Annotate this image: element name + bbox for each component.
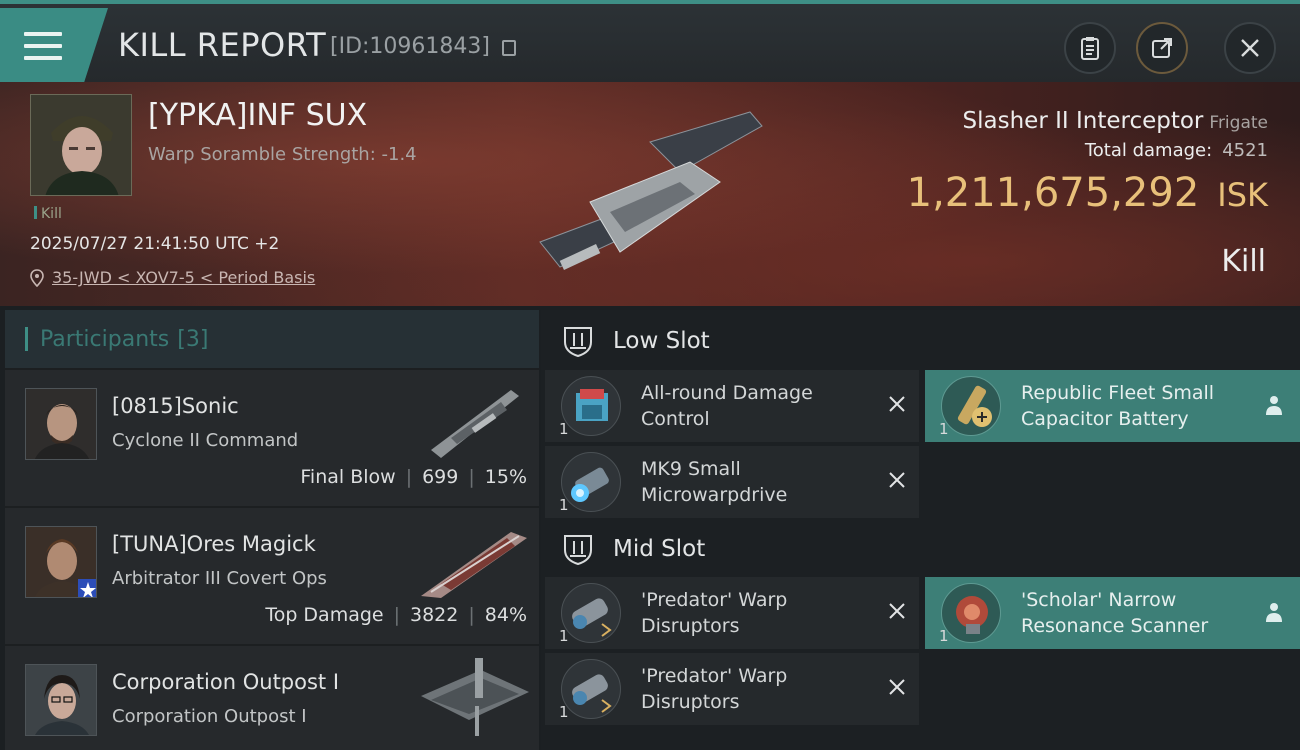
participant-row[interactable]: [TUNA]Ores Magick Arbitrator III Covert … [5, 506, 539, 644]
result-label: Kill [1221, 244, 1266, 279]
module-name: Republic Fleet Small Capacitor Battery [1021, 382, 1215, 430]
participant-row[interactable]: [0815]Sonic Cyclone II Command Final Blo… [5, 368, 539, 506]
clipboard-icon [1081, 37, 1099, 60]
module-item[interactable]: 1 All-round Damage Control [545, 370, 919, 442]
module-name: MK9 Small Microwarpdrive [641, 458, 788, 506]
participant-percent: 15% [484, 466, 527, 488]
module-item[interactable]: 1 'Scholar' Narrow Resonance Scanner [925, 577, 1300, 649]
fitting-panel: Low Slot 1 All-round Damage Control 1 Re… [541, 310, 1300, 750]
participant-percent: 84% [484, 604, 527, 626]
scramble-strength: Warp Soramble Strength: -1.4 [148, 144, 417, 165]
hamburger-icon [24, 32, 62, 60]
total-damage: Total damage: 4521 [1084, 140, 1268, 161]
module-name: 'Predator' Warp Disruptors [641, 665, 788, 713]
participant-ship-image [421, 532, 527, 598]
mid-slot-title: Mid Slot [613, 536, 706, 562]
low-slot-title: Low Slot [613, 328, 710, 354]
module-item[interactable]: 1 MK9 Small Microwarpdrive [545, 446, 919, 518]
clipboard-button[interactable] [1064, 22, 1116, 74]
total-damage-value: 4521 [1222, 140, 1268, 161]
victim-ship-class: Frigate [1209, 113, 1268, 133]
warp-disruptor-icon [561, 583, 621, 643]
victim-ship-name: Slasher II Interceptor Frigate [962, 108, 1268, 134]
participant-stats: Final Blow | 699 | 15% [300, 466, 527, 488]
module-qty: 1 [559, 496, 569, 514]
isk-value: 1,211,675,292 ISK [906, 170, 1268, 216]
participant-stats: Top Damage | 3822 | 84% [265, 604, 527, 626]
dropped-person-icon [1266, 396, 1282, 415]
victim-name: [YPKA]INF SUX [148, 98, 368, 133]
module-qty: 1 [559, 627, 569, 645]
header-bar: KILL REPORT [ID:10961843] [0, 0, 1300, 82]
avatar [25, 388, 97, 460]
module-qty: 1 [559, 420, 569, 438]
destroyed-x-icon [889, 472, 905, 488]
close-icon [1241, 39, 1259, 57]
participant-name: [0815]Sonic [112, 394, 239, 418]
low-slot-icon [564, 327, 592, 358]
location-link[interactable]: 35-JWD < XOV7-5 < Period Basis [52, 268, 315, 287]
module-item[interactable]: 1 Republic Fleet Small Capacitor Battery [925, 370, 1300, 442]
participants-panel: Participants [3] [0815]Sonic Cyclone II … [5, 310, 539, 750]
participant-ship: Corporation Outpost I [112, 706, 307, 727]
share-button[interactable] [1136, 22, 1188, 74]
participant-ship-image [431, 390, 519, 458]
module-qty: 1 [559, 703, 569, 721]
destroyed-x-icon [889, 679, 905, 695]
module-name: All-round Damage Control [641, 382, 813, 430]
avatar [25, 664, 97, 736]
participants-title: Participants [40, 326, 170, 352]
share-icon [1152, 38, 1172, 58]
victim-ship-image [539, 111, 763, 270]
kill-tag: Kill [34, 206, 62, 222]
capacitor-battery-icon [941, 376, 1001, 436]
destroyed-x-icon [889, 603, 905, 619]
participants-count: [3] [177, 326, 209, 352]
module-item[interactable]: 1 'Predator' Warp Disruptors [545, 653, 919, 725]
resonance-scanner-icon [941, 583, 1001, 643]
warp-disruptor-icon [561, 659, 621, 719]
module-item[interactable]: 1 'Predator' Warp Disruptors [545, 577, 919, 649]
microwarpdrive-icon [561, 452, 621, 512]
mid-slot-header: Mid Slot [541, 520, 1300, 578]
page-title: KILL REPORT [118, 26, 327, 64]
avatar [25, 526, 97, 598]
module-qty: 1 [939, 420, 949, 438]
victim-portrait[interactable] [30, 94, 132, 196]
victim-banner: [YPKA]INF SUX Warp Soramble Strength: -1… [0, 82, 1300, 306]
module-name: 'Predator' Warp Disruptors [641, 589, 788, 637]
mid-slot-icon [564, 535, 592, 566]
participant-ship-image [421, 658, 529, 736]
menu-button[interactable] [0, 8, 108, 82]
module-qty: 1 [939, 627, 949, 645]
isk-unit: ISK [1217, 176, 1268, 214]
location-pin-icon [30, 268, 44, 287]
low-slot-header: Low Slot [541, 312, 1300, 370]
participant-name: Corporation Outpost I [112, 670, 340, 694]
destroyed-x-icon [889, 396, 905, 412]
kill-location[interactable]: 35-JWD < XOV7-5 < Period Basis [30, 268, 315, 287]
close-button[interactable] [1224, 22, 1276, 74]
victim-avatar [31, 95, 131, 195]
participant-ship: Arbitrator III Covert Ops [112, 568, 327, 589]
kill-datetime: 2025/07/27 21:41:50 UTC +2 [30, 234, 280, 254]
participant-damage: 3822 [410, 604, 459, 626]
participants-header: Participants [3] [5, 310, 539, 368]
report-id: [ID:10961843] [330, 34, 490, 59]
participant-name: [TUNA]Ores Magick [112, 532, 316, 556]
damage-control-icon [561, 376, 621, 436]
participant-damage: 699 [422, 466, 459, 488]
participant-ship: Cyclone II Command [112, 430, 299, 451]
module-name: 'Scholar' Narrow Resonance Scanner [1021, 589, 1209, 637]
copy-icon[interactable] [502, 40, 516, 56]
participant-row[interactable]: Corporation Outpost I Corporation Outpos… [5, 644, 539, 750]
dropped-person-icon [1266, 603, 1282, 622]
